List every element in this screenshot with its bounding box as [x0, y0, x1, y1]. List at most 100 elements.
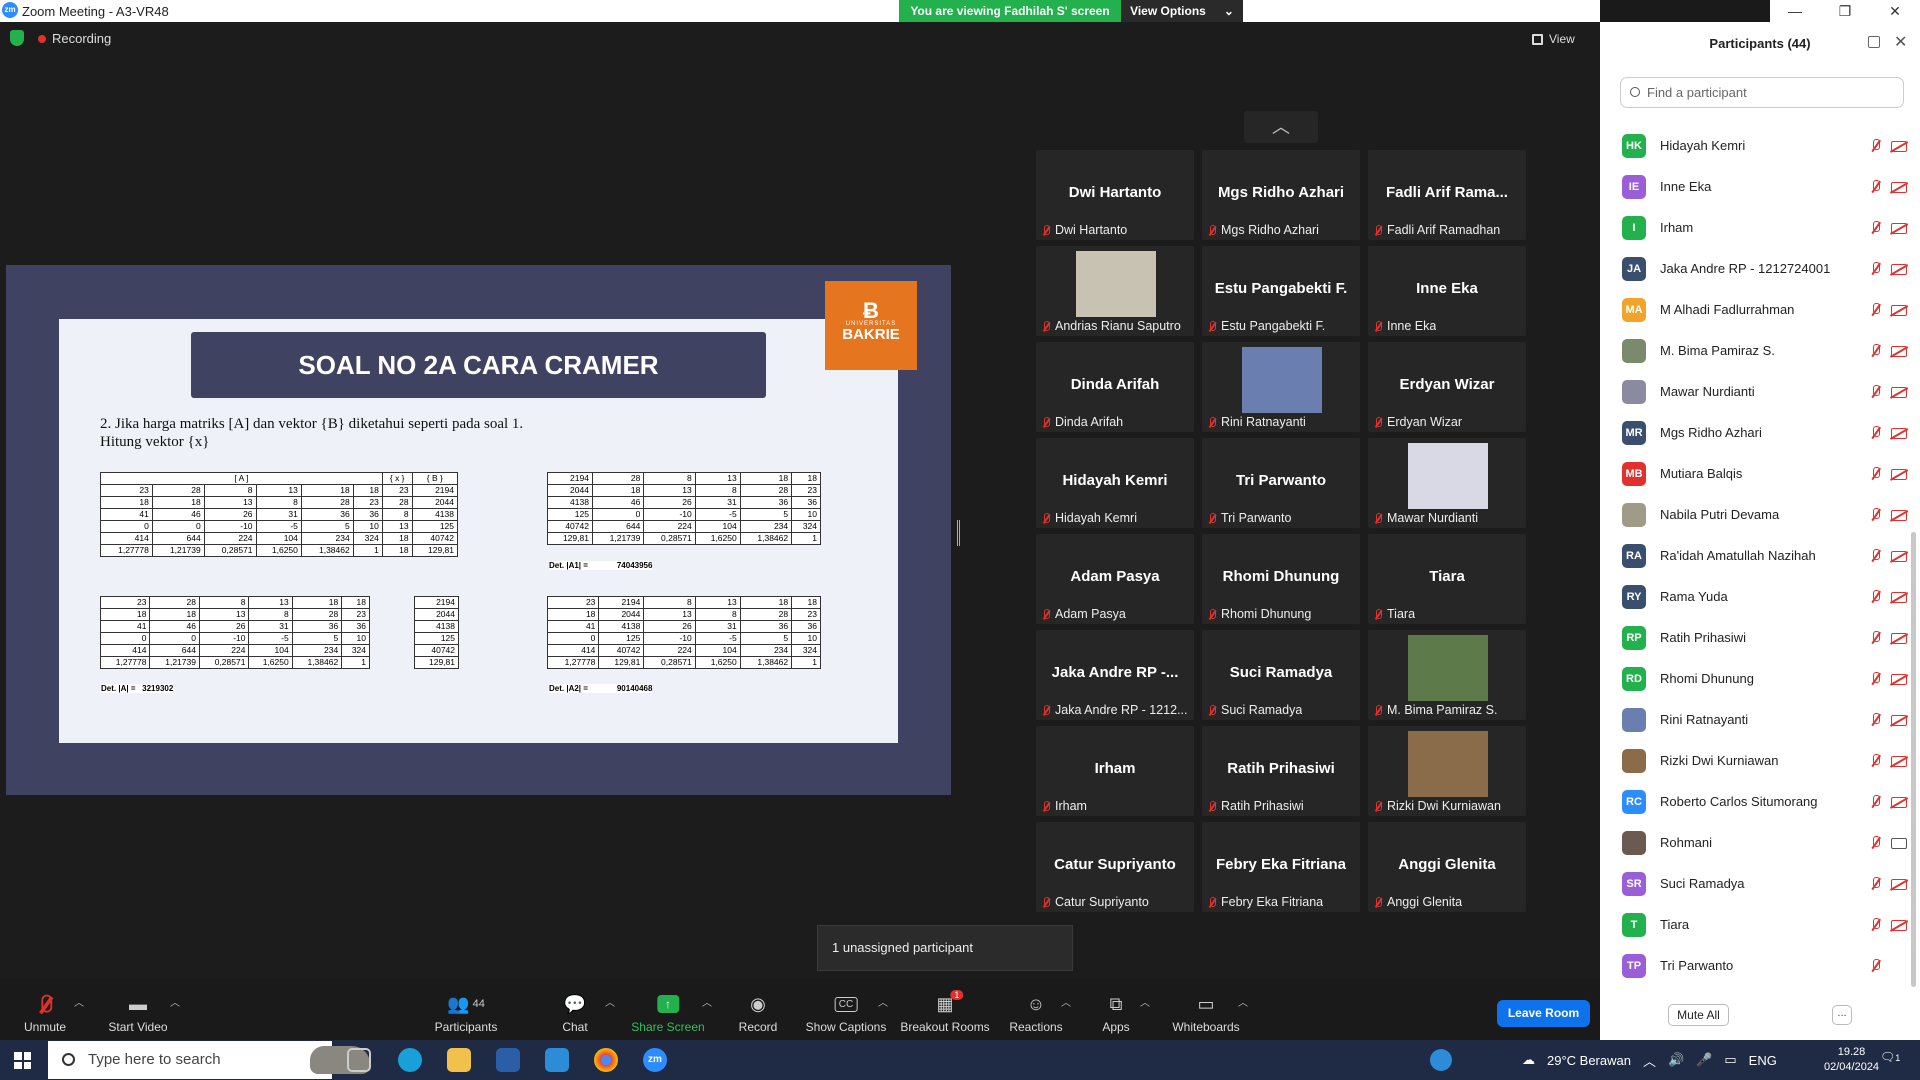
video-tile[interactable]: Estu Pangabekti F. Estu Pangabekti F.	[1202, 246, 1360, 336]
whiteboard-options-caret[interactable]: ︿	[1238, 994, 1248, 1009]
video-tile[interactable]: Anggi Glenita Anggi Glenita	[1368, 822, 1526, 912]
participant-row[interactable]: RY Rama Yuda	[1622, 576, 1907, 617]
video-tile[interactable]: Suci Ramadya Suci Ramadya	[1202, 630, 1360, 720]
video-tile[interactable]: Rhomi Dhunung Rhomi Dhunung	[1202, 534, 1360, 624]
speaker-icon[interactable]: 🔊	[1668, 1052, 1684, 1068]
video-tile[interactable]: Dinda Arifah Dinda Arifah	[1036, 342, 1194, 432]
share-screen-button[interactable]: ↑ Share Screen	[631, 992, 705, 1034]
mic-tray-icon[interactable]: 🎤	[1696, 1052, 1712, 1068]
participant-row[interactable]: JA Jaka Andre RP - 1212724001	[1622, 248, 1907, 289]
video-tile[interactable]: Mawar Nurdianti	[1368, 438, 1526, 528]
participant-row[interactable]: SR Suci Ramadya	[1622, 863, 1907, 904]
view-options-button[interactable]: View Options ⌄	[1121, 0, 1243, 22]
video-tile[interactable]: Tri Parwanto Tri Parwanto	[1202, 438, 1360, 528]
reactions-options-caret[interactable]: ︿	[1061, 994, 1071, 1009]
participant-search-input[interactable]: Find a participant	[1620, 77, 1904, 108]
weather-icon[interactable]: ☁	[1522, 1052, 1535, 1068]
video-tile[interactable]: Dwi Hartanto Dwi Hartanto	[1036, 150, 1194, 240]
restore-button[interactable]: ❐	[1820, 0, 1870, 22]
chat-button[interactable]: 💬 Chat	[562, 992, 587, 1035]
video-tile[interactable]: Inne Eka Inne Eka	[1368, 246, 1526, 336]
network-icon[interactable]: ▭	[1724, 1052, 1736, 1068]
participant-row[interactable]: RC Roberto Carlos Situmorang	[1622, 781, 1907, 822]
show-captions-button[interactable]: CC Show Captions	[806, 992, 886, 1034]
help-icon[interactable]	[1430, 1049, 1452, 1071]
apps-options-caret[interactable]: ︿	[1140, 994, 1150, 1009]
security-shield-icon[interactable]	[10, 30, 24, 46]
participant-row[interactable]: M. Bima Pamiraz S.	[1622, 330, 1907, 371]
unmute-button[interactable]: Unmute	[24, 992, 66, 1034]
video-options-caret[interactable]: ︿	[170, 994, 180, 1009]
task-view-icon[interactable]	[347, 1048, 371, 1072]
gallery-scroll-up-button[interactable]: ︿	[1244, 111, 1318, 143]
leave-room-button[interactable]: Leave Room	[1497, 1000, 1590, 1027]
participant-row[interactable]: RD Rhomi Dhunung	[1622, 658, 1907, 699]
video-tile[interactable]: Erdyan Wizar Erdyan Wizar	[1368, 342, 1526, 432]
participant-row[interactable]: I Irham	[1622, 207, 1907, 248]
reactions-button[interactable]: ☺ Reactions	[1009, 992, 1062, 1035]
popout-icon[interactable]	[1868, 36, 1880, 48]
audio-options-caret[interactable]: ︿	[74, 994, 84, 1009]
record-button[interactable]: ◉ Record	[739, 992, 778, 1035]
recording-status[interactable]: Recording	[38, 31, 111, 46]
participant-row[interactable]: Mawar Nurdianti	[1622, 371, 1907, 412]
whiteboards-button[interactable]: ▭ Whiteboards	[1172, 992, 1239, 1035]
participant-row[interactable]: Nabila Putri Devama	[1622, 494, 1907, 535]
participant-row[interactable]: HK Hidayah Kemri	[1622, 125, 1907, 166]
chat-options-caret[interactable]: ︿	[605, 994, 615, 1009]
participants-button[interactable]: 👥 44 Participants	[435, 992, 498, 1035]
taskbar-clock[interactable]: 19.28 02/04/2024	[1824, 1045, 1879, 1075]
participant-row[interactable]: Rini Ratnayanti	[1622, 699, 1907, 740]
participant-row[interactable]: TP Tri Parwanto	[1622, 945, 1907, 986]
minimize-button[interactable]: —	[1770, 0, 1820, 22]
share-options-caret[interactable]: ︿	[702, 994, 712, 1009]
edge-browser-icon[interactable]	[398, 1048, 422, 1072]
video-tile[interactable]: Rizki Dwi Kurniawan	[1368, 726, 1526, 816]
close-button[interactable]: ✕	[1870, 0, 1920, 22]
language-indicator[interactable]: ENG	[1749, 1053, 1777, 1068]
tile-name-label: Catur Supriyanto	[1042, 895, 1149, 909]
file-explorer-icon[interactable]	[447, 1048, 471, 1072]
mail-icon[interactable]	[545, 1048, 569, 1072]
participant-row[interactable]: IE Inne Eka	[1622, 166, 1907, 207]
video-tile[interactable]: Catur Supriyanto Catur Supriyanto	[1036, 822, 1194, 912]
video-tile[interactable]: Andrias Rianu Saputro	[1036, 246, 1194, 336]
participant-list-scrollbar[interactable]	[1911, 532, 1916, 987]
video-tile[interactable]: Rini Ratnayanti	[1202, 342, 1360, 432]
view-button[interactable]: View	[1532, 32, 1575, 46]
participant-row[interactable]: MA M Alhadi Fadlurrahman	[1622, 289, 1907, 330]
taskbar-search-box[interactable]: Type here to search	[48, 1041, 370, 1079]
captions-options-caret[interactable]: ︿	[878, 994, 888, 1009]
windows-start-icon[interactable]	[14, 1052, 31, 1069]
notification-icon[interactable]: 🗨1	[1880, 1050, 1900, 1064]
microsoft-store-icon[interactable]	[496, 1048, 520, 1072]
start-video-button[interactable]: ▬ Start Video	[108, 992, 167, 1035]
participant-row[interactable]: MB Mutiara Balqis	[1622, 453, 1907, 494]
participant-row[interactable]: MR Mgs Ridho Azhari	[1622, 412, 1907, 453]
video-tile[interactable]: Febry Eka Fitriana Febry Eka Fitriana	[1202, 822, 1360, 912]
close-icon[interactable]: ✕	[1894, 32, 1907, 52]
video-tile[interactable]: Mgs Ridho Azhari Mgs Ridho Azhari	[1202, 150, 1360, 240]
participant-row[interactable]: RA Ra'idah Amatullah Nazihah	[1622, 535, 1907, 576]
chrome-icon[interactable]	[594, 1048, 618, 1072]
participant-row[interactable]: T Tiara	[1622, 904, 1907, 945]
video-tile[interactable]: Tiara Tiara	[1368, 534, 1526, 624]
participant-row[interactable]: Rohmani	[1622, 822, 1907, 863]
mute-all-button[interactable]: Mute All	[1668, 1004, 1729, 1026]
video-tile[interactable]: Hidayah Kemri Hidayah Kemri	[1036, 438, 1194, 528]
video-tile[interactable]: Fadli Arif Rama... Fadli Arif Ramadhan	[1368, 150, 1526, 240]
participant-row[interactable]: Rizki Dwi Kurniawan	[1622, 740, 1907, 781]
video-tile[interactable]: M. Bima Pamiraz S.	[1368, 630, 1526, 720]
weather-text[interactable]: 29°C Berawan	[1547, 1053, 1631, 1068]
video-tile[interactable]: Adam Pasya Adam Pasya	[1036, 534, 1194, 624]
apps-button[interactable]: ⧉ Apps	[1102, 992, 1129, 1035]
video-tile[interactable]: Jaka Andre RP -... Jaka Andre RP - 1212..…	[1036, 630, 1194, 720]
participant-row[interactable]: RP Ratih Prihasiwi	[1622, 617, 1907, 658]
zoom-taskbar-icon[interactable]: zm	[643, 1048, 667, 1072]
breakout-rooms-button[interactable]: ▦ 1 Breakout Rooms	[900, 990, 990, 1034]
video-tile[interactable]: Ratih Prihasiwi Ratih Prihasiwi	[1202, 726, 1360, 816]
video-tile[interactable]: Irham Irham	[1036, 726, 1194, 816]
tray-overflow-icon[interactable]: ︿	[1643, 1051, 1656, 1070]
split-drag-handle[interactable]	[957, 520, 960, 546]
more-options-button[interactable]: ...	[1832, 1005, 1852, 1025]
